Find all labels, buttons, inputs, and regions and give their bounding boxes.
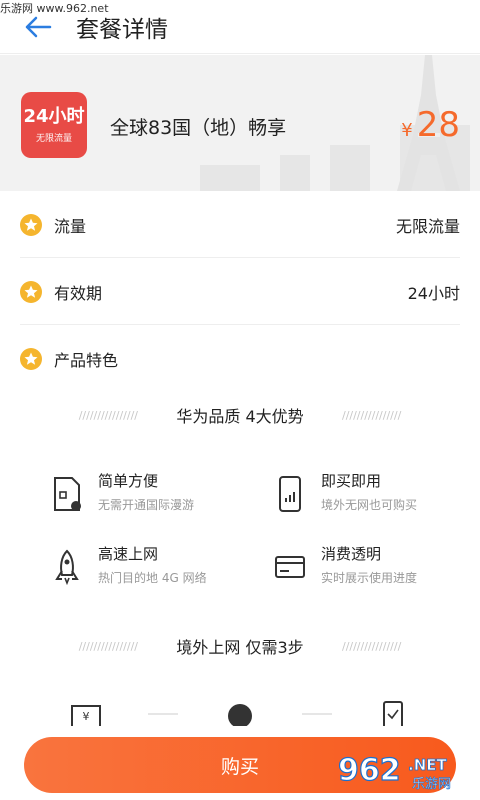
feature-title: 高速上网 xyxy=(98,545,159,563)
row-validity: 有效期 24小时 xyxy=(20,259,460,325)
row-value: 无限流量 xyxy=(395,216,460,236)
advantages-title: 华为品质 4大优势 xyxy=(176,407,304,426)
steps-heading: //////////////// 境外上网 仅需3步 /////////////… xyxy=(0,634,480,658)
card-icon xyxy=(275,556,305,578)
962-logo: 962 .NET 乐游网 xyxy=(337,752,451,792)
phone-signal-icon xyxy=(279,476,301,512)
phone-check-icon xyxy=(383,701,403,726)
steps-row: ¥ xyxy=(71,701,403,726)
package-icon-title: 24小时 xyxy=(23,105,85,127)
row-label: 有效期 xyxy=(54,283,103,303)
row-label: 产品特色 xyxy=(54,351,119,370)
yen-card-icon: ¥ xyxy=(71,705,101,726)
currency-symbol: ¥ xyxy=(401,120,413,141)
star-icon xyxy=(20,348,42,370)
feature-subtitle: 境外无网也可购买 xyxy=(321,498,418,512)
divider-right: //////////////// xyxy=(341,639,402,653)
row-label: 流量 xyxy=(54,216,87,236)
buy-button-label: 购买 xyxy=(220,755,259,778)
package-price: ¥ 28 xyxy=(401,105,460,145)
feature-title: 简单方便 xyxy=(98,472,159,490)
site-watermark: 乐游网 www.962.net xyxy=(0,2,109,15)
feature-simple: 简单方便 无需开通国际漫游 xyxy=(52,470,252,520)
package-name: 全球83国（地）畅享 xyxy=(110,117,287,139)
divider-left: //////////////// xyxy=(78,408,138,422)
star-icon xyxy=(20,213,42,236)
feature-subtitle: 实时展示使用进度 xyxy=(321,571,418,585)
logo-subtitle: 乐游网 xyxy=(412,777,451,792)
feature-instant: 即买即用 境外无网也可购买 xyxy=(275,470,475,520)
logo-number: 962 xyxy=(338,753,401,788)
globe-icon xyxy=(228,704,252,726)
feature-title: 即买即用 xyxy=(321,472,382,490)
feature-subtitle: 热门目的地 4G 网络 xyxy=(98,571,207,585)
advantages-heading: //////////////// 华为品质 4大优势 /////////////… xyxy=(0,403,480,427)
logo-suffix: .NET xyxy=(408,756,447,774)
divider-left: //////////////// xyxy=(78,639,138,653)
feature-transparent: 消费透明 实时展示使用进度 xyxy=(275,543,475,593)
svg-text:¥: ¥ xyxy=(83,710,90,723)
feature-title: 消费透明 xyxy=(321,545,382,563)
star-icon xyxy=(20,280,42,303)
sim-card-icon xyxy=(54,477,81,511)
divider-right: //////////////// xyxy=(341,408,402,422)
rocket-icon xyxy=(55,549,79,585)
back-arrow-icon xyxy=(25,16,52,38)
row-features: 产品特色 xyxy=(20,326,460,392)
row-value: 24小时 xyxy=(407,283,460,303)
package-icon: 24小时 无限流量 xyxy=(21,92,87,158)
steps-title: 境外上网 仅需3步 xyxy=(176,638,304,657)
feature-subtitle: 无需开通国际漫游 xyxy=(98,498,195,512)
feature-fast: 高速上网 热门目的地 4G 网络 xyxy=(52,543,252,593)
row-traffic: 流量 无限流量 xyxy=(20,192,460,258)
package-icon-subtitle: 无限流量 xyxy=(35,133,72,144)
package-hero: 24小时 无限流量 全球83国（地）畅享 ¥ 28 xyxy=(0,55,480,191)
price-value: 28 xyxy=(416,105,460,145)
